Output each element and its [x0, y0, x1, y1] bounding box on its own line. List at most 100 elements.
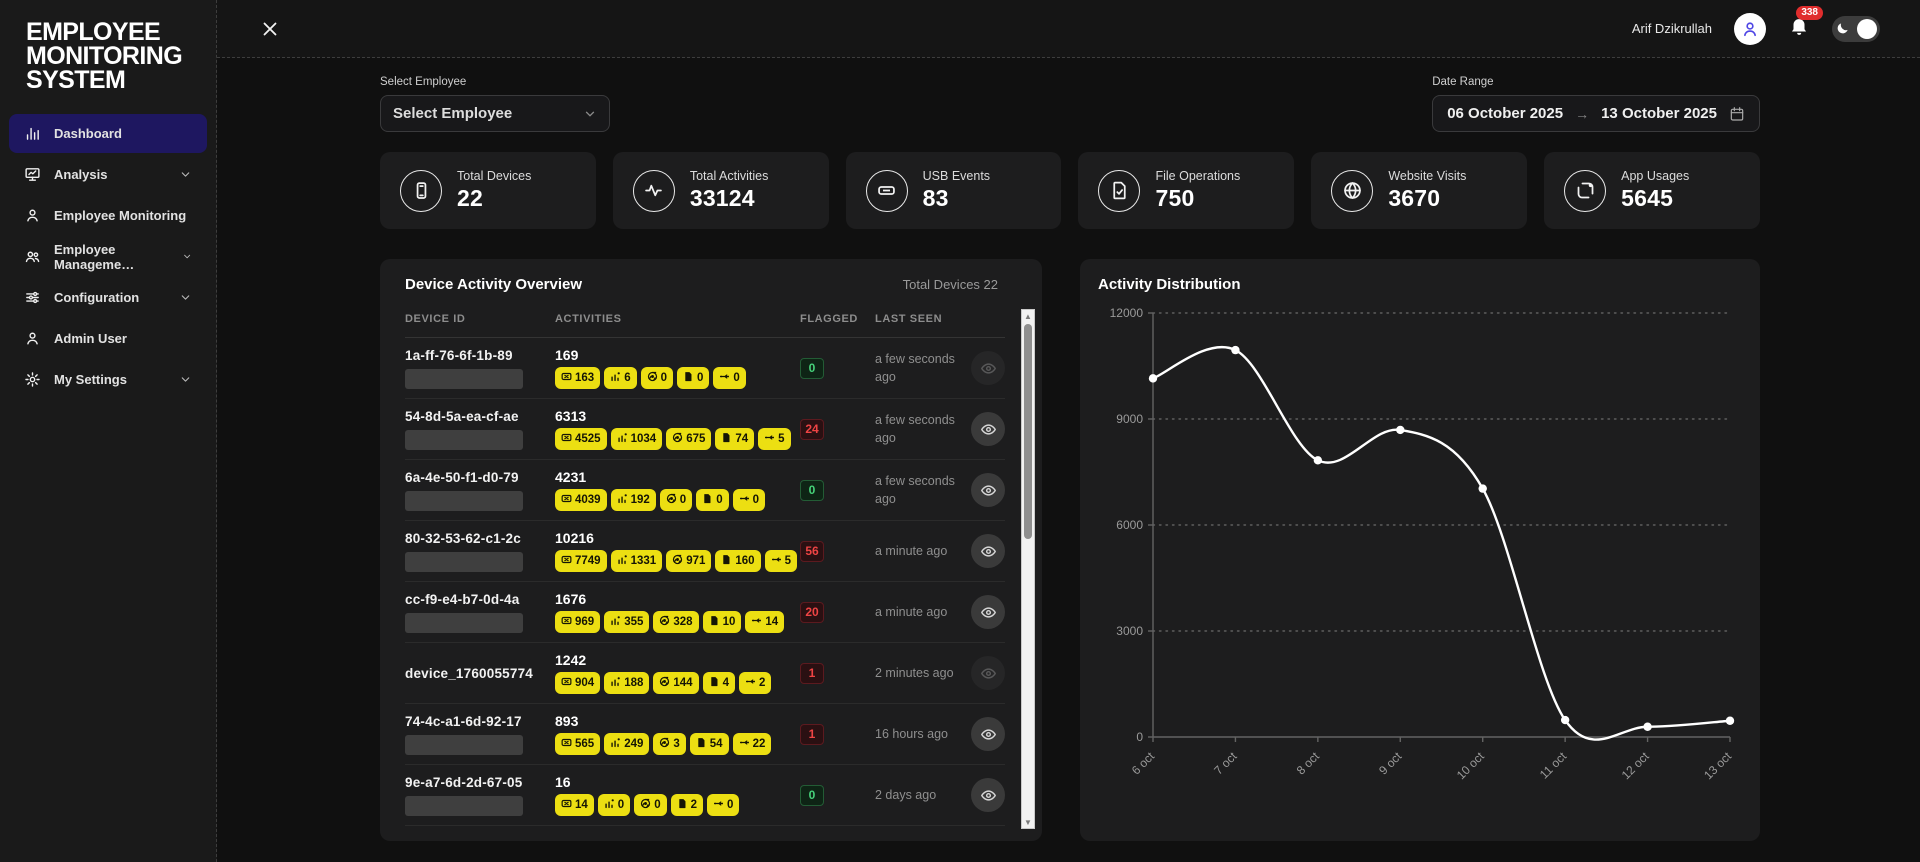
topbar: Arif Dzikrullah 338 — [217, 0, 1920, 58]
sidebar-nav: DashboardAnalysis Employee Monitoring Empl… — [0, 114, 216, 399]
badge-value: 971 — [686, 555, 705, 567]
actions-cell — [971, 534, 1005, 568]
badge-value: 144 — [673, 677, 692, 689]
flagged-cell: 1 — [800, 663, 875, 684]
chart-point[interactable] — [1643, 723, 1651, 731]
table-row: device_176005577412429041881444212 minut… — [405, 643, 1005, 704]
app-usage-icon — [610, 369, 621, 387]
chart-point[interactable] — [1726, 717, 1734, 725]
close-sidebar-button[interactable] — [259, 18, 281, 40]
app-usage-icon — [610, 735, 621, 753]
badge-value: 0 — [680, 494, 686, 506]
last-seen-text: a few seconds ago — [875, 474, 955, 506]
toggle-knob — [1857, 19, 1877, 39]
activities-cell: 16140020 — [555, 774, 800, 816]
sidebar-item-label: Employee Monitoring — [54, 208, 186, 223]
stat-card-usb-events: USB Events83 — [846, 152, 1062, 229]
chart-point[interactable] — [1561, 716, 1569, 724]
employee-name-placeholder — [405, 491, 523, 511]
view-device-button[interactable] — [971, 473, 1005, 507]
view-device-button[interactable] — [971, 656, 1005, 690]
activities-cell: 42314039192000 — [555, 469, 800, 511]
view-device-button[interactable] — [971, 412, 1005, 446]
chart-point[interactable] — [1314, 456, 1322, 464]
employee-name-placeholder — [405, 430, 523, 450]
file-icon — [696, 735, 707, 753]
apps-icon — [1564, 170, 1606, 212]
calendar-icon — [1729, 106, 1745, 122]
view-device-button[interactable] — [971, 351, 1005, 385]
flagged-badge: 0 — [800, 785, 824, 806]
usb-badge: 5 — [765, 550, 797, 572]
table-scrollbar[interactable]: ▲ ▼ — [1021, 309, 1035, 829]
sidebar-item-analysis[interactable]: Analysis — [9, 155, 207, 194]
sidebar-item-admin-user[interactable]: Admin User — [9, 319, 207, 358]
activity-distribution-card: Activity Distribution 030006000900012000… — [1080, 259, 1760, 841]
scroll-down-arrow[interactable]: ▼ — [1022, 816, 1034, 828]
badge-value: 1034 — [631, 433, 657, 445]
last-seen-cell: a few seconds ago — [875, 350, 971, 386]
sidebar-item-employee-monitoring[interactable]: Employee Monitoring — [9, 196, 207, 235]
last-seen-text: 2 minutes ago — [875, 666, 954, 680]
keystrokes-icon — [561, 735, 572, 753]
chevron-down-icon — [182, 250, 192, 263]
scroll-up-arrow[interactable]: ▲ — [1022, 310, 1034, 322]
website-icon — [659, 674, 670, 692]
avatar[interactable] — [1734, 13, 1766, 45]
badge-value: 7749 — [575, 555, 601, 567]
sidebar-item-configuration[interactable]: Configuration — [9, 278, 207, 317]
badge-value: 355 — [624, 616, 643, 628]
sidebar-item-my-settings[interactable]: My Settings — [9, 360, 207, 399]
group-icon — [24, 248, 41, 265]
last-seen-text: 2 days ago — [875, 788, 936, 802]
view-device-button[interactable] — [971, 534, 1005, 568]
date-range-picker[interactable]: 06 October 2025 → 13 October 2025 — [1432, 95, 1760, 132]
activities-total: 10216 — [555, 530, 800, 546]
usb-badge: 2 — [739, 672, 771, 694]
badge-value: 14 — [765, 616, 778, 628]
chart-point[interactable] — [1231, 346, 1239, 354]
chevron-down-icon — [179, 373, 192, 386]
usb-badge: 0 — [733, 489, 765, 511]
activity-badges: 9693553281014 — [555, 611, 800, 633]
chart-point[interactable] — [1479, 484, 1487, 492]
activity-badges: 90418814442 — [555, 672, 800, 694]
axis-tick-label: 11 oct — [1537, 749, 1570, 782]
chart-point[interactable] — [1149, 374, 1157, 382]
file-icon — [721, 552, 732, 570]
badge-value: 0 — [727, 799, 733, 811]
scrollbar-thumb[interactable] — [1024, 324, 1032, 539]
device-id-cell: 80-32-53-62-c1-2c — [405, 531, 555, 572]
view-device-button[interactable] — [971, 778, 1005, 812]
keystrokes-icon — [561, 552, 572, 570]
file-icon — [721, 430, 732, 448]
eye-icon — [980, 482, 997, 499]
view-device-button[interactable] — [971, 595, 1005, 629]
axis-tick-label: 10 oct — [1454, 749, 1487, 782]
usb-icon — [745, 674, 756, 692]
device-id: device_1760055774 — [405, 666, 555, 681]
theme-toggle[interactable] — [1832, 16, 1880, 42]
badge-value: 4 — [723, 677, 729, 689]
select-employee-dropdown[interactable]: Select Employee — [380, 95, 610, 132]
axis-tick-label: 6 oct — [1129, 749, 1158, 778]
last-seen-cell: a minute ago — [875, 542, 971, 560]
column-header-device-id: Device ID — [405, 313, 555, 325]
employee-name-placeholder — [405, 735, 523, 755]
user-name: Arif Dzikrullah — [1632, 21, 1712, 36]
notification-badge: 338 — [1796, 6, 1823, 20]
view-device-button[interactable] — [971, 717, 1005, 751]
chart-title: Activity Distribution — [1098, 276, 1241, 293]
website-icon — [666, 491, 677, 509]
keystrokes-badge: 7749 — [555, 550, 607, 572]
select-employee-label: Select Employee — [380, 76, 610, 88]
activities-total: 6313 — [555, 408, 800, 424]
notifications-button[interactable]: 338 — [1788, 15, 1810, 42]
badge-value: 163 — [575, 372, 594, 384]
sidebar-item-dashboard[interactable]: Dashboard — [9, 114, 207, 153]
chart-point[interactable] — [1396, 426, 1404, 434]
app-usage-icon — [617, 552, 628, 570]
sidebar-item-employee-manageme[interactable]: Employee Manageme… — [9, 237, 207, 276]
last-seen-text: a minute ago — [875, 605, 947, 619]
usb-icon — [771, 552, 782, 570]
